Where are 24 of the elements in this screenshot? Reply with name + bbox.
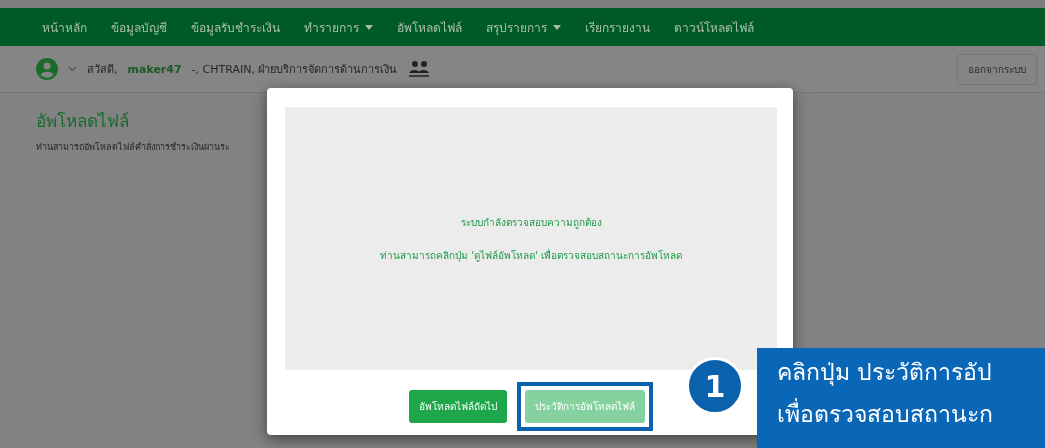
status-message: ท่านสามารถคลิกปุ่ม 'ดูไฟล์อัพโหลด' เพื่อตรวจสอบสถานะการอัพโหลด xyxy=(380,247,682,263)
page-subtitle: ท่านสามารถอัพโหลดไฟล์คำสั่งการชำระเงินผ่านระ xyxy=(36,140,231,154)
status-message: ระบบกำลังตรวจสอบความถูกต้อง xyxy=(460,215,602,230)
user-details: -, CHTRAIN, ฝ่ายบริการจัดการด้านการเงิน xyxy=(191,62,398,78)
users-icon xyxy=(407,60,432,78)
user-icon xyxy=(36,58,58,80)
nav-item[interactable]: ดาวน์โหลดไฟล์ xyxy=(674,17,754,37)
page-title: อัพโหลดไฟล์ xyxy=(36,110,130,133)
nav-item[interactable]: เรียกรายงาน xyxy=(585,17,650,37)
logout-button[interactable]: ออกจากระบบ xyxy=(957,53,1037,85)
chevron-down-icon[interactable] xyxy=(68,66,77,72)
caret-icon xyxy=(365,24,373,30)
nav-item[interactable]: ข้อมูลรับชำระเงิน xyxy=(191,17,280,37)
callout-text: คลิกปุ่ม ประวัติการอัป xyxy=(777,358,994,388)
nav-item[interactable]: ข้อมูลบัญชี xyxy=(111,17,167,37)
greeting: สวัสดี, xyxy=(87,62,118,78)
nav-item[interactable]: อัพโหลดไฟล์ xyxy=(397,17,462,37)
nav-item[interactable]: สรุปรายการ xyxy=(486,17,561,37)
nav-item[interactable]: หน้าหลัก xyxy=(42,17,87,37)
nav-item[interactable]: ทำรายการ xyxy=(304,17,373,37)
caret-icon xyxy=(553,24,561,30)
callout-text: เพื่อตรวจสอบสถานะก xyxy=(777,396,1045,432)
modal-button[interactable]: อัพโหลดไฟล์ถัดไป xyxy=(409,390,507,423)
username: maker47 xyxy=(127,62,182,76)
